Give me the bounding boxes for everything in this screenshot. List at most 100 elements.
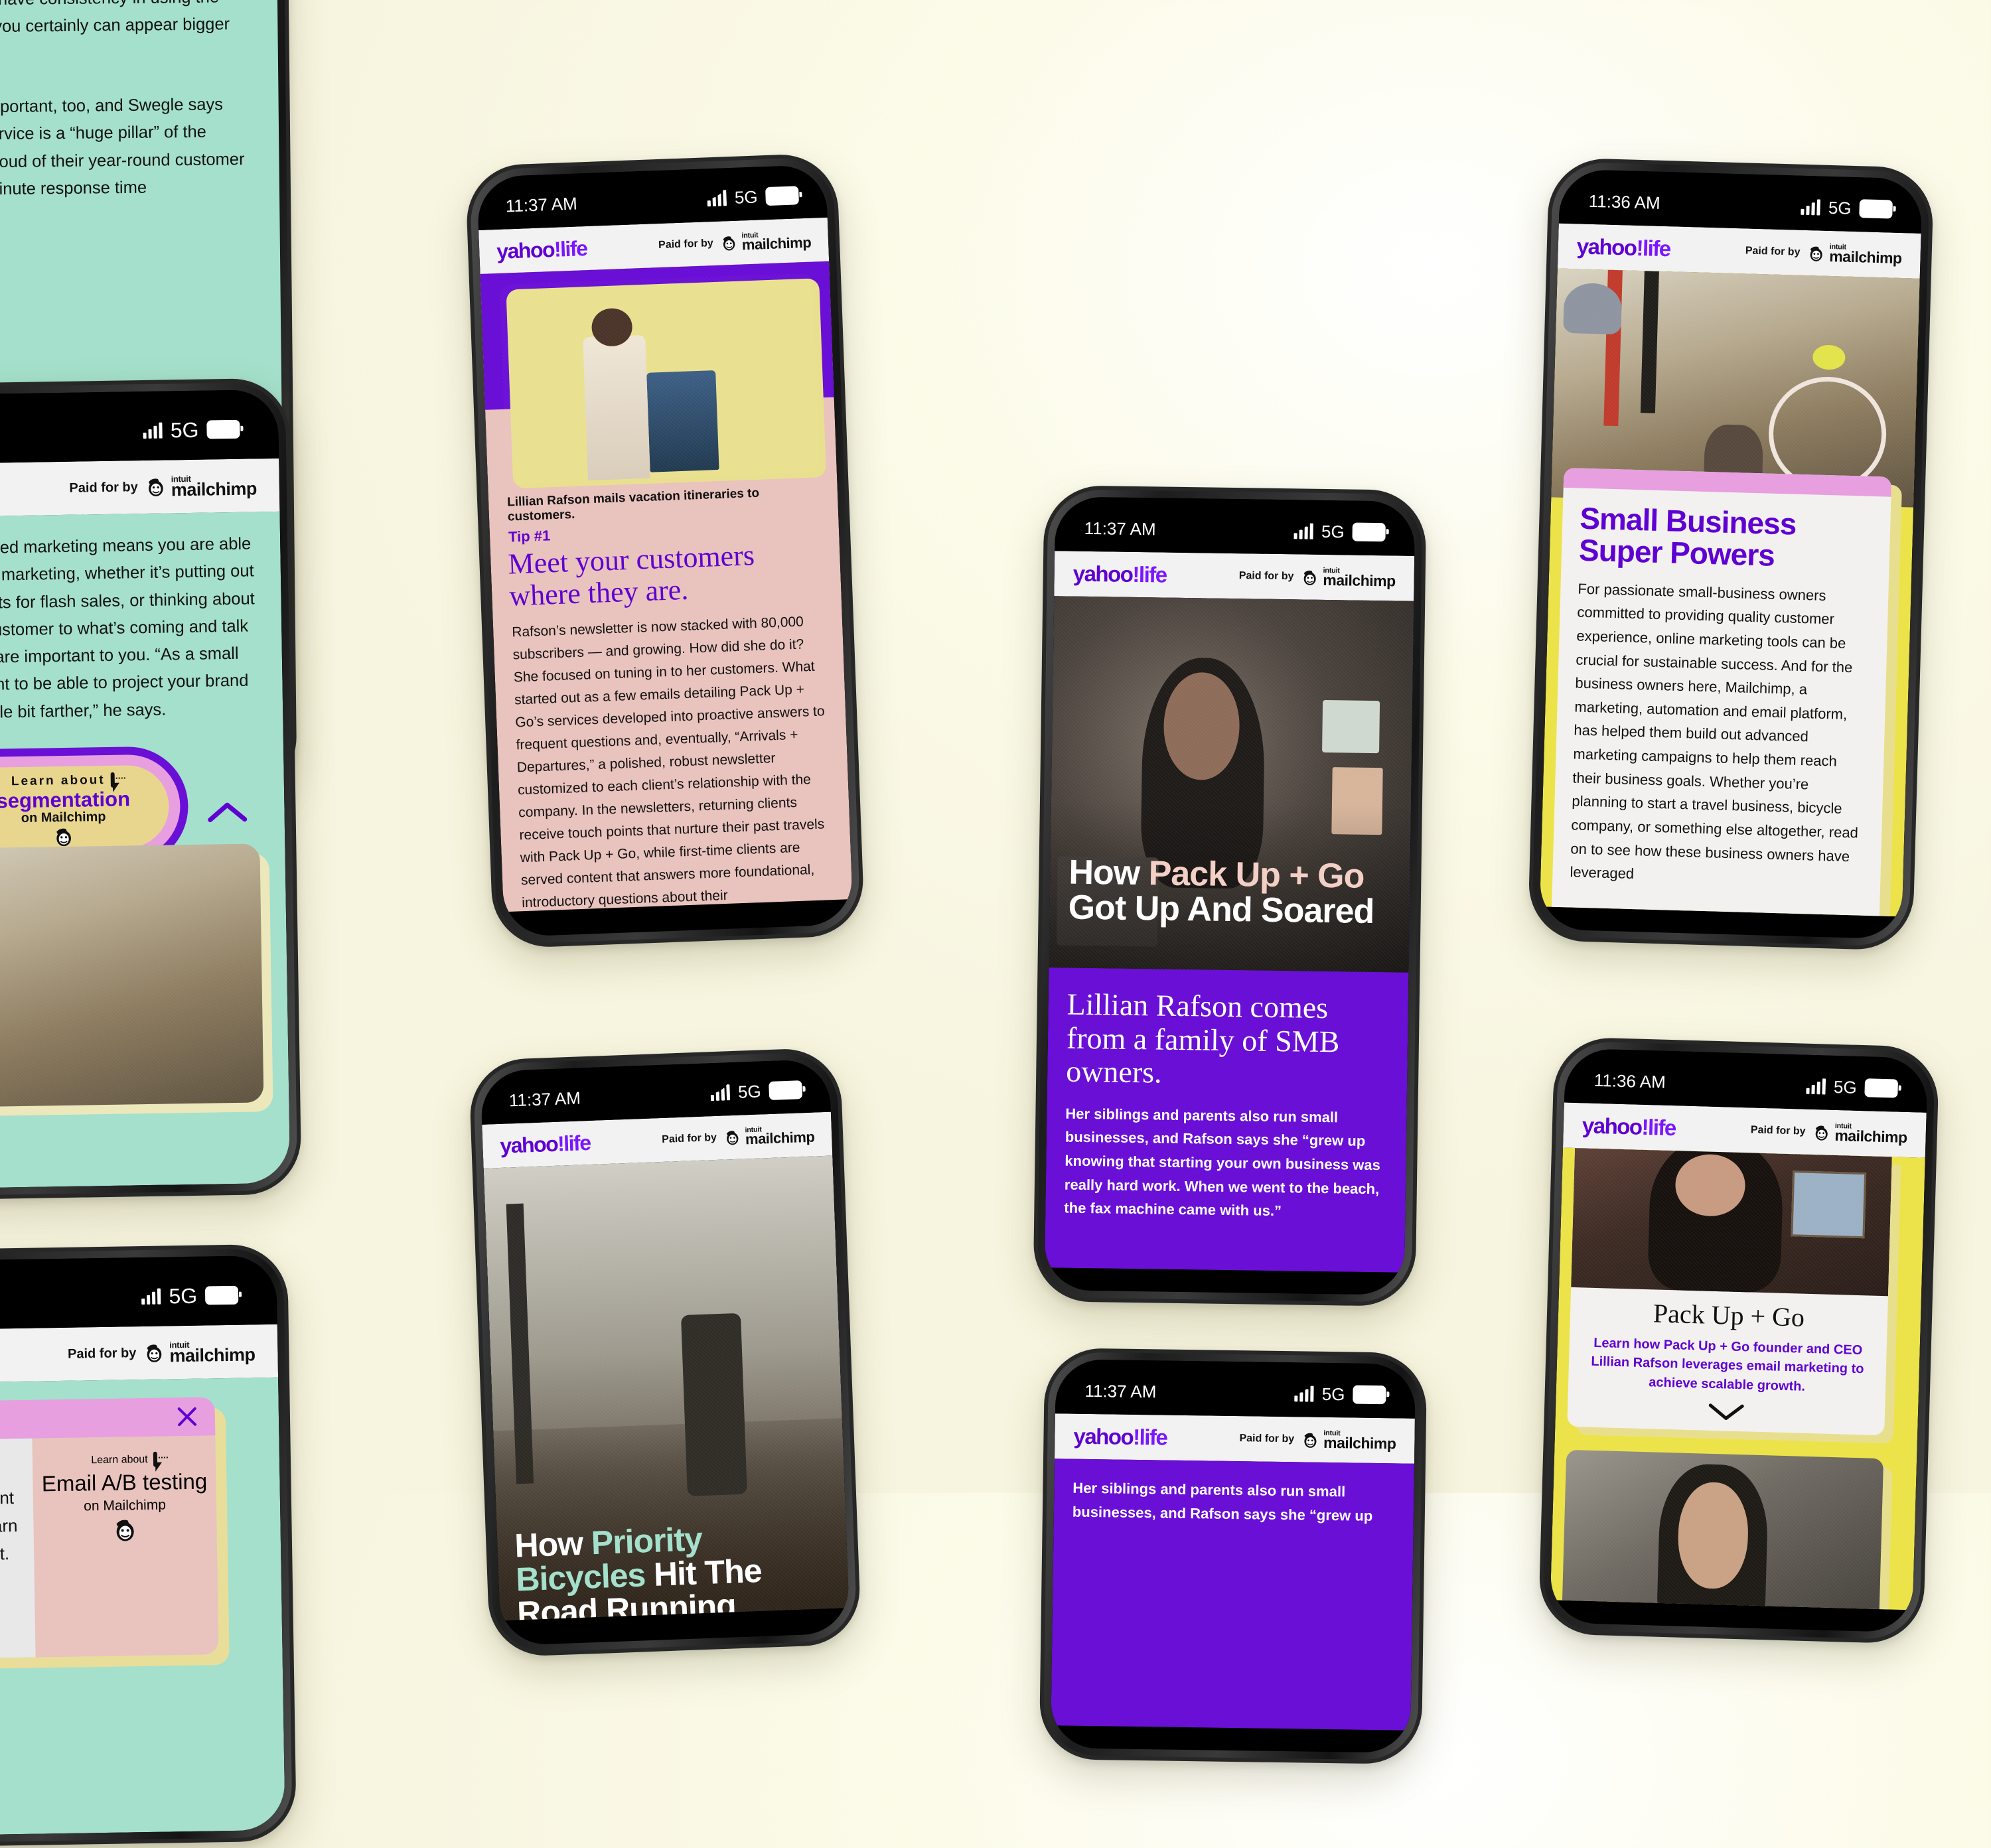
status-time: 11:36 AM — [1593, 1070, 1666, 1092]
mailchimp-freddie-icon — [148, 478, 163, 496]
mailchimp-freddie-icon — [726, 1131, 739, 1145]
battery-icon — [206, 419, 240, 439]
network-label: 5G — [737, 1080, 762, 1102]
article-content: Email A/B testing allows you to test dif… — [0, 1377, 285, 1837]
ab-testing-modal[interactable]: Email A/B testing allows you to test dif… — [0, 1397, 219, 1662]
paid-for-by-label: Paid for by — [658, 238, 714, 251]
card-title: Pack Up + Go — [1653, 1298, 1805, 1332]
mailchimp-label: mailchimp — [1834, 1126, 1908, 1147]
mailchimp-freddie-icon — [1815, 1125, 1828, 1141]
mailchimp-freddie-icon — [56, 829, 71, 847]
collapse-chevron-up[interactable] — [207, 801, 248, 827]
tip-headline: Meet your customers where they are. — [507, 539, 755, 612]
phone-tip1-pink[interactable]: 11:37 AM 5G yahoo!life Paid for by intui… — [465, 153, 865, 949]
phone-screen: 11:37 AM 5G yahoo!life Paid for by — [0, 1255, 285, 1837]
article-content: How Priority Bicycles Hit The Road Runni… — [483, 1155, 849, 1621]
network-label: 5G — [734, 186, 759, 208]
phone-screen: 11:37 AM 5G yahoo!life Paid for by — [0, 389, 291, 1190]
phone-screen: 11:37 AM 5G yahoo!life Paid for by — [480, 1058, 850, 1646]
network-label: 5G — [1828, 197, 1852, 218]
tip-body: Rafson’s newsletter is now stacked with … — [511, 614, 825, 911]
mailchimp-label: mailchimp — [169, 1344, 256, 1366]
phone-center-pack-up-go[interactable]: 11:37 AM 5G yahoo!life Paid for by intui… — [1033, 485, 1427, 1307]
phone-left-mint-segmentation[interactable]: 11:37 AM 5G yahoo!life Paid for by — [0, 378, 302, 1202]
phone-notch — [1660, 171, 1822, 208]
phone-bottom-left-ab-testing[interactable]: 11:37 AM 5G yahoo!life Paid for by — [0, 1244, 297, 1848]
modal-header — [0, 1397, 216, 1443]
yahoo-life-header: yahoo!life Paid for by intuit — [1055, 1413, 1415, 1464]
phone-screen: 11:36 AM 5G yahoo!life Paid for by intui… — [1550, 1048, 1928, 1633]
card-body: For passionate small-business owners com… — [1570, 580, 1859, 883]
network-label: 5G — [1321, 521, 1345, 541]
badge-platform: on Mailchimp — [21, 810, 106, 826]
modal-body-rest: allows you to test different content wit… — [0, 1488, 18, 1567]
battery-icon — [204, 1285, 239, 1305]
mailchimp-freddie-icon — [1304, 1433, 1317, 1448]
headline-part: How — [1069, 853, 1149, 893]
mailchimp-wordmark: intuit mailchimp — [1834, 1122, 1908, 1147]
mailchimp-wordmark: intuit mailchimp — [1323, 567, 1396, 590]
mailchimp-wordmark: intuit mailchimp — [1829, 243, 1902, 267]
logo-yahoo: yahoo — [1582, 1113, 1643, 1139]
logo-yahoo: yahoo — [496, 237, 555, 263]
mailchimp-freddie-icon — [723, 236, 735, 251]
browser-window-cursor-icon — [153, 1451, 162, 1472]
mailchimp-freddie-icon — [116, 1520, 134, 1541]
mailchimp-freddie-icon — [1303, 570, 1316, 585]
phone-screen: 11:37 AM 5G yahoo!life Paid for by — [1050, 1359, 1416, 1753]
mailchimp-wordmark: intuit mailchimp — [1323, 1429, 1396, 1453]
profile-card[interactable]: Pack Up + Go Learn how Pack Up + Go foun… — [1567, 1147, 1892, 1436]
learn-about-ab-testing-badge[interactable]: Learn about Email A/B testing on Mailchi… — [32, 1435, 219, 1658]
network-label: 5G — [1833, 1076, 1858, 1098]
phone-priority-bicycles[interactable]: 11:37 AM 5G yahoo!life Paid for by intui… — [468, 1047, 862, 1658]
paid-for-by-mailchimp: Paid for by intuit mailchimp — [1238, 567, 1396, 590]
yahoo-life-logo[interactable]: yahoo!life — [1073, 1424, 1167, 1451]
logo-yahoo: yahoo — [1576, 234, 1637, 260]
yahoo-life-logo[interactable]: yahoo!life — [496, 236, 587, 264]
paid-for-by-label: Paid for by — [1238, 570, 1294, 583]
panel-subhead: Lillian Rafson comes from a family of SM… — [1065, 987, 1340, 1090]
logo-life: life — [1642, 236, 1671, 261]
purple-panel: Lillian Rafson comes from a family of SM… — [1045, 967, 1409, 1273]
yahoo-life-header: yahoo!life Paid for by intuit — [0, 458, 280, 519]
logo-yahoo: yahoo — [1072, 561, 1133, 587]
paid-for-by-mailchimp: Paid for by intuit mailchimp — [662, 1125, 815, 1149]
logo-yahoo: yahoo — [1073, 1423, 1134, 1449]
paid-for-by-label: Paid for by — [1750, 1124, 1806, 1137]
phone-screen: 11:37 AM 5G yahoo!life Paid for by — [1044, 496, 1416, 1295]
logo-life: life — [1138, 562, 1167, 587]
phone-notch — [1666, 1050, 1827, 1088]
chevron-down-icon[interactable] — [1708, 1401, 1745, 1423]
yahoo-life-logo[interactable]: yahoo!life — [1582, 1113, 1676, 1141]
logo-life: life — [559, 236, 587, 261]
article-photo-fence-portrait — [1561, 1449, 1884, 1610]
mailchimp-label: mailchimp — [741, 234, 812, 253]
paid-for-by-mailchimp: Paid for by intuit mailchimp — [67, 1340, 256, 1366]
phone-bottom-right-pack-up-go-card[interactable]: 11:36 AM 5G yahoo!life Paid for by intui… — [1538, 1036, 1940, 1644]
article-photo-bike-shop — [0, 843, 264, 1109]
article-content: Pack Up + Go Learn how Pack Up + Go foun… — [1550, 1147, 1925, 1610]
card-subtitle-pre: Learn how — [1593, 1335, 1664, 1352]
paid-for-by-label: Paid for by — [67, 1345, 137, 1362]
mailchimp-wordmark: intuit mailchimp — [741, 231, 812, 253]
mailchimp-wordmark: intuit mailchimp — [169, 1340, 256, 1366]
phone-notch — [0, 391, 155, 435]
article-content: Small Business Super Powers For passiona… — [1540, 268, 1920, 917]
network-label: 5G — [1321, 1384, 1345, 1404]
headline-part: Got Up And Soared — [1068, 888, 1374, 932]
yahoo-life-logo[interactable]: yahoo!life — [1072, 561, 1167, 588]
yahoo-life-header: yahoo!life Paid for by intuit — [0, 1324, 279, 1385]
close-icon[interactable] — [174, 1403, 201, 1431]
paid-for-by-mailchimp: Paid for by intuit mailchimp — [1750, 1121, 1908, 1147]
yahoo-life-logo[interactable]: yahoo!life — [500, 1130, 591, 1158]
battery-icon — [765, 186, 800, 206]
yahoo-life-logo[interactable]: yahoo!life — [1576, 234, 1670, 261]
battery-icon — [1859, 199, 1893, 219]
phone-screen: 11:36 AM 5G yahoo!life Paid for by intui… — [1539, 169, 1923, 940]
card-subtitle: Learn how Pack Up + Go founder and CEO L… — [1583, 1333, 1872, 1397]
phone-bottom-center-purple[interactable]: 11:37 AM 5G yahoo!life Paid for by intui… — [1039, 1348, 1428, 1764]
article-content: Her siblings and parents also run small … — [1051, 1458, 1414, 1731]
logo-yahoo: yahoo — [499, 1131, 558, 1158]
phone-top-right-super-powers[interactable]: 11:36 AM 5G yahoo!life Paid for by intui… — [1527, 157, 1935, 951]
hero-headline: How Priority Bicycles Hit The Road Runni… — [514, 1518, 836, 1620]
